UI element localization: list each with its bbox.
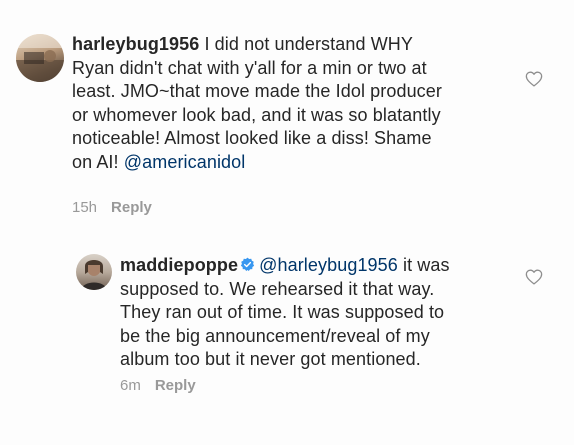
comment-username[interactable]: maddiepoppe	[120, 255, 238, 275]
comment-text-line: least. JMO~that move made the Idol produ…	[72, 81, 442, 101]
verified-badge-icon	[240, 257, 255, 271]
avatar[interactable]	[76, 254, 112, 290]
comment-timestamp: 15h	[72, 199, 98, 216]
comment-text-line: album too but it never got mentioned.	[120, 349, 421, 369]
mention-link[interactable]: @americanidol	[124, 152, 246, 172]
comment-username[interactable]: harleybug1956	[72, 34, 199, 54]
heart-outline-icon[interactable]	[525, 71, 543, 87]
comment-text-line: it was	[397, 255, 450, 275]
avatar[interactable]	[16, 34, 64, 82]
comment-body: maddiepoppe @harleybug1956 it was suppos…	[120, 254, 520, 372]
comment-timestamp: 6m	[120, 377, 141, 394]
comment-text-line: on AI!	[72, 151, 124, 172]
comment-text-line: supposed to. We rehearsed it that way.	[120, 278, 435, 299]
heart-outline-icon[interactable]	[525, 269, 543, 285]
comment-text-line: or whomever look bad, and it was so blat…	[72, 104, 441, 125]
comment-meta: 15h Reply	[72, 199, 152, 216]
comment-text-line: I did not understand WHY	[199, 34, 413, 54]
mention-link[interactable]: @harleybug1956	[259, 255, 398, 275]
comment-text-line: noticeable! Almost looked like a diss! S…	[72, 128, 432, 148]
comment-text-line: Ryan didn't chat with y'all for a min or…	[72, 57, 427, 78]
reply-button[interactable]: Reply	[155, 377, 196, 394]
avatar-photo	[16, 34, 64, 82]
comment-body: harleybug1956 I did not understand WHY R…	[72, 33, 512, 174]
comment-text-line: be the big announcement/reveal of my	[120, 325, 430, 346]
comment-text-line: They ran out of time. It was supposed to	[120, 302, 445, 322]
reply-button[interactable]: Reply	[111, 199, 152, 216]
avatar-photo	[81, 260, 107, 290]
comment-meta: 6m Reply	[120, 377, 196, 394]
